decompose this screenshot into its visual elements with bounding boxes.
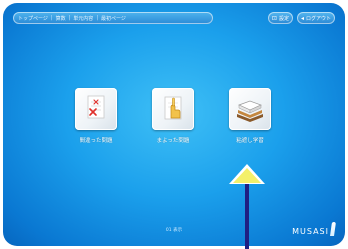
logout-button-label: ログアウト bbox=[305, 15, 331, 22]
breadcrumb-item[interactable]: トップページ bbox=[18, 15, 48, 22]
app-screen: トップページ | 算数 | 単元内容 | 最初ページ ⊡ 設定 ◂ ログアウト bbox=[3, 3, 345, 246]
error-sheet-icon bbox=[87, 95, 105, 119]
logout-button[interactable]: ◂ ログアウト bbox=[296, 12, 335, 24]
menu-tile-label: 粘遮し学習 bbox=[236, 138, 264, 144]
settings-button[interactable]: ⊡ 設定 bbox=[267, 12, 293, 24]
settings-button-label: 設定 bbox=[278, 15, 289, 22]
help-icon: ⊡ bbox=[271, 14, 277, 22]
pointing-hand-icon bbox=[164, 96, 182, 120]
pointer-arrow-fill bbox=[233, 168, 261, 183]
breadcrumb-separator: | bbox=[68, 15, 71, 21]
logo-text: MUSASI bbox=[292, 227, 329, 236]
logout-icon: ◂ bbox=[300, 14, 304, 22]
breadcrumb-item[interactable]: 算数 bbox=[56, 15, 66, 22]
musasi-logo: MUSASI bbox=[292, 222, 336, 236]
menu-tile-label: 間違った問題 bbox=[79, 138, 113, 144]
breadcrumb-item[interactable]: 単元内容 bbox=[73, 15, 93, 22]
top-buttons: ⊡ 設定 ◂ ログアウト bbox=[267, 12, 335, 24]
breadcrumb-item[interactable]: 最初ページ bbox=[101, 15, 126, 22]
books-icon bbox=[237, 100, 263, 122]
breadcrumb-separator: | bbox=[50, 15, 53, 21]
breadcrumb-separator: | bbox=[96, 15, 98, 21]
top-bar: トップページ | 算数 | 単元内容 | 最初ページ ⊡ 設定 ◂ ログアウト bbox=[13, 10, 335, 26]
menu-tile-unsure[interactable] bbox=[152, 88, 194, 130]
breadcrumb: トップページ | 算数 | 単元内容 | 最初ページ bbox=[13, 12, 213, 24]
menu-tile-mistakes[interactable] bbox=[75, 88, 117, 130]
menu-tile-review[interactable] bbox=[229, 88, 271, 130]
pointer-arrow-shaft bbox=[245, 184, 249, 249]
menu-tile-label: まよった問題 bbox=[156, 138, 190, 144]
